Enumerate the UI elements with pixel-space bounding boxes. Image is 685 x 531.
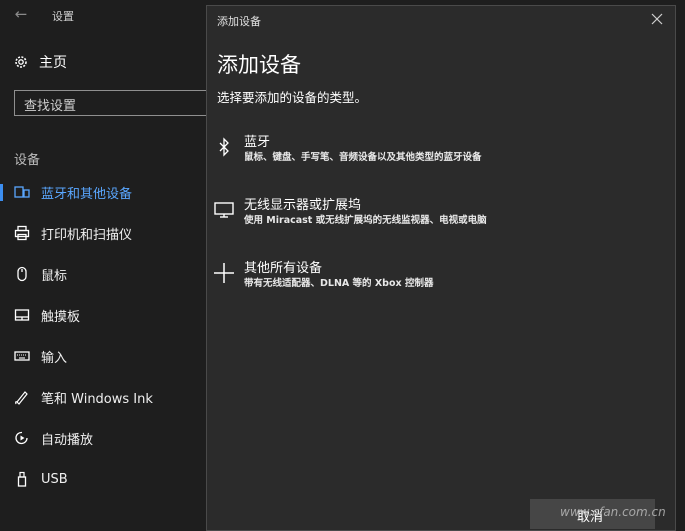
option-wireless-display[interactable]: 无线显示器或扩展坞 使用 Miracast 或无线扩展坞的无线监视器、电视或电脑	[207, 198, 675, 249]
option-description: 使用 Miracast 或无线扩展坞的无线监视器、电视或电脑	[244, 215, 487, 226]
sidebar-item-pen[interactable]: 笔和 Windows Ink	[0, 382, 206, 412]
sidebar-item-autoplay[interactable]: 自动播放	[0, 423, 206, 453]
printer-icon	[13, 225, 30, 241]
option-title: 蓝牙	[244, 135, 271, 150]
option-bluetooth[interactable]: 蓝牙 鼠标、键盘、手写笔、音频设备以及其他类型的蓝牙设备	[207, 135, 675, 186]
gear-icon	[15, 56, 27, 68]
option-title: 无线显示器或扩展坞	[244, 198, 362, 213]
sidebar-item-bluetooth[interactable]: 蓝牙和其他设备	[0, 177, 206, 207]
monitor-icon	[213, 199, 235, 221]
dialog-window-title: 添加设备	[217, 15, 261, 28]
sidebar-item-label: 自动播放	[41, 432, 94, 448]
sidebar-item-label: 触摸板	[41, 309, 81, 325]
search-placeholder: 查找设置	[24, 99, 77, 114]
option-description: 鼠标、键盘、手写笔、音频设备以及其他类型的蓝牙设备	[244, 152, 482, 163]
back-arrow-icon[interactable]: ←	[10, 5, 32, 23]
option-description: 带有无线适配器、DLNA 等的 Xbox 控制器	[244, 278, 434, 289]
sidebar-item-label: USB	[41, 471, 68, 487]
close-icon[interactable]	[649, 11, 665, 27]
keyboard-icon	[13, 348, 30, 364]
sidebar-item-label: 笔和 Windows Ink	[41, 391, 153, 407]
dialog-titlebar: 添加设备	[207, 6, 675, 32]
home-label: 主页	[39, 55, 67, 71]
sidebar-item-touchpad[interactable]: 触摸板	[0, 300, 206, 330]
section-heading: 设备	[14, 153, 41, 168]
dialog-heading: 添加设备	[217, 53, 301, 77]
sidebar-item-label: 蓝牙和其他设备	[41, 186, 133, 202]
autoplay-icon	[13, 430, 30, 446]
sidebar-item-label: 输入	[41, 350, 68, 366]
mouse-icon	[13, 266, 30, 282]
watermark: www.cfan.com.cn	[560, 505, 666, 519]
sidebar-item-mouse[interactable]: 鼠标	[0, 259, 206, 289]
plus-icon	[213, 262, 235, 284]
sidebar-item-printers[interactable]: 打印机和扫描仪	[0, 218, 206, 248]
sidebar-item-typing[interactable]: 输入	[0, 341, 206, 371]
dialog-subtitle: 选择要添加的设备的类型。	[217, 90, 368, 105]
option-everything-else[interactable]: 其他所有设备 带有无线适配器、DLNA 等的 Xbox 控制器	[207, 261, 675, 312]
usb-icon	[13, 471, 30, 487]
sidebar-item-label: 打印机和扫描仪	[41, 227, 133, 243]
option-title: 其他所有设备	[244, 261, 323, 276]
settings-titlebar: ← 设置	[0, 0, 206, 30]
add-device-dialog: 添加设备 添加设备 选择要添加的设备的类型。 蓝牙 鼠标、键盘、手写笔、音频设备…	[206, 5, 676, 531]
pen-icon	[13, 389, 30, 405]
home-nav-item[interactable]: 主页	[13, 52, 67, 72]
bluetooth-icon	[213, 136, 235, 158]
sidebar-item-usb[interactable]: USB	[0, 464, 206, 494]
settings-title: 设置	[52, 10, 74, 23]
bluetooth-devices-icon	[13, 184, 30, 200]
sidebar-item-label: 鼠标	[41, 268, 68, 284]
touchpad-icon	[13, 307, 30, 323]
search-input[interactable]: 查找设置	[14, 90, 234, 116]
